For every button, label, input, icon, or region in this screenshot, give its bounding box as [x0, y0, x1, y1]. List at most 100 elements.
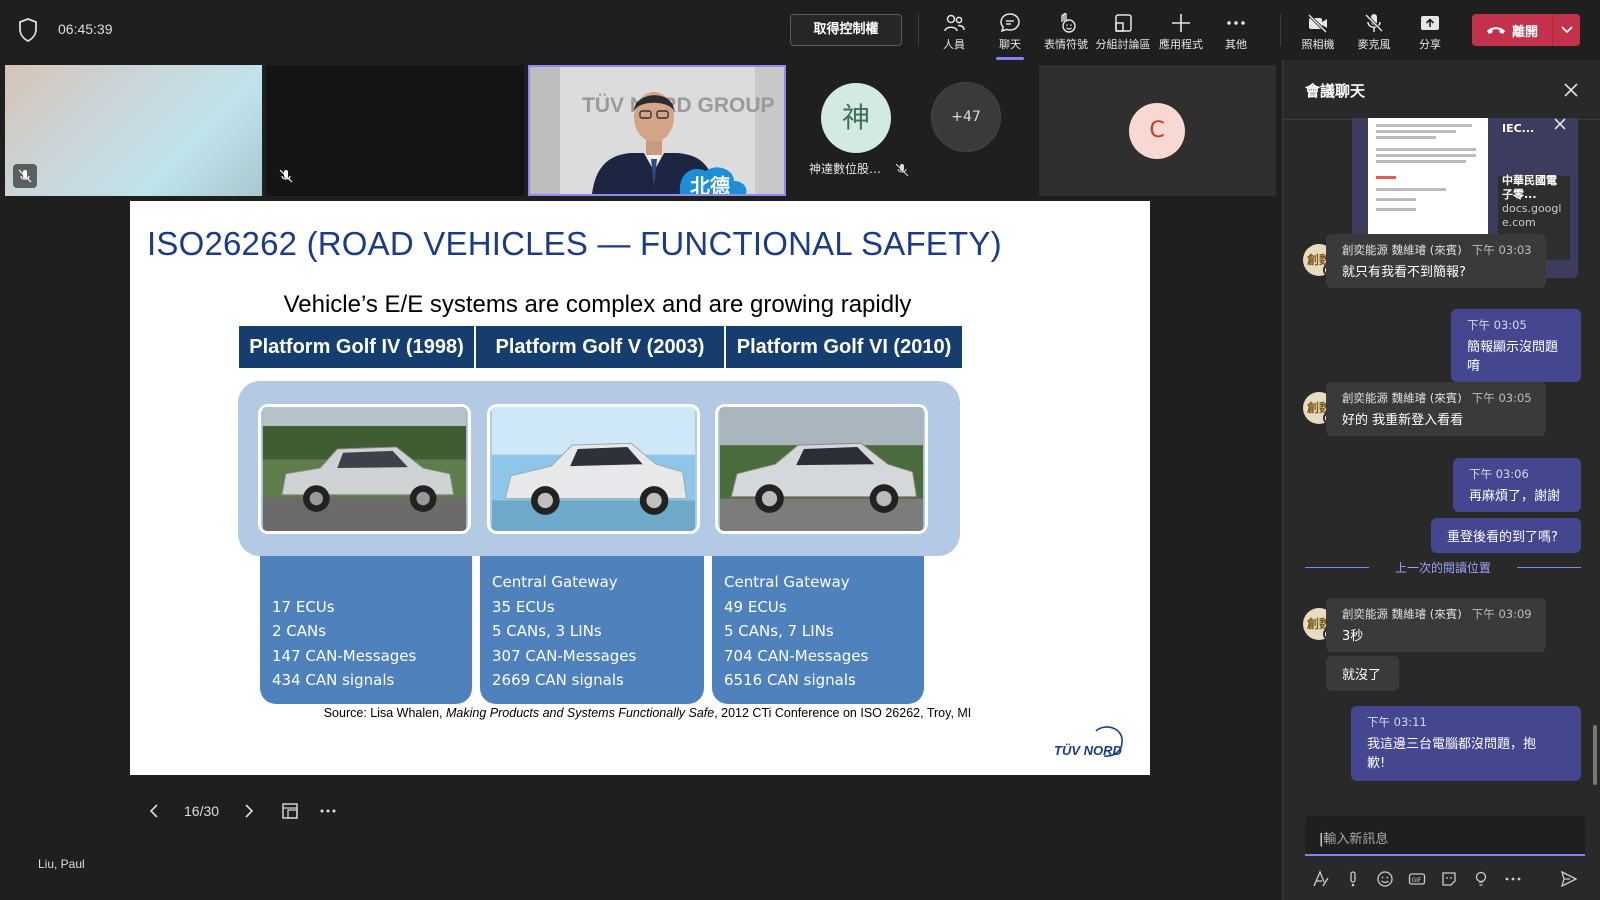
shared-slide: ISO26262 (ROAD VEHICLES — FUNCTIONAL SAF…	[130, 201, 1150, 775]
reactions-label: 表情符號	[1044, 38, 1088, 51]
camera-button[interactable]: 照相機	[1290, 8, 1346, 56]
message-text: 再麻煩了，謝謝	[1469, 489, 1561, 504]
more-participants-button[interactable]: +47	[931, 82, 1001, 152]
message-text: 好的 我重新登入看看	[1342, 413, 1464, 428]
microphone-label: 麥克風	[1357, 38, 1391, 51]
message-time: 下午 03:11	[1367, 715, 1427, 729]
sticker-button[interactable]	[1433, 866, 1465, 892]
more-button[interactable]: 其他	[1208, 8, 1264, 56]
spec-line: 434 CAN signals	[272, 671, 395, 689]
more-icon	[1505, 877, 1521, 881]
important-button[interactable]	[1337, 866, 1369, 892]
participant-avatar[interactable]: 神	[821, 83, 891, 153]
gif-button[interactable]: GIF	[1401, 866, 1433, 892]
message-text: 簡報顯示沒問題唷	[1467, 340, 1559, 374]
slide-source: Source: Lisa Whalen, Making Products and…	[130, 706, 1150, 720]
muted-badge	[274, 164, 298, 188]
spec-line: 6516 CAN signals	[724, 671, 856, 689]
toolbar-divider	[1280, 14, 1281, 46]
reactions-button[interactable]: 表情符號	[1038, 8, 1094, 56]
spec-line: 307 CAN-Messages	[492, 646, 637, 665]
chevron-left-icon	[149, 804, 158, 818]
platform-header-row: Platform Golf IV (1998) Platform Golf V …	[239, 326, 962, 368]
previous-slide-button[interactable]	[140, 796, 170, 826]
chat-scrollbar[interactable]	[1593, 725, 1597, 785]
message-text-line1: 我這邊三台電腦都沒問題，抱	[1367, 737, 1537, 752]
car-image	[491, 407, 696, 531]
presenter-name: Liu, Paul	[38, 857, 85, 871]
tuv-nord-logo: TÜV NORD	[1054, 726, 1123, 758]
chat-header: 會議聊天	[1283, 60, 1600, 120]
leave-options-dropdown[interactable]	[1552, 14, 1580, 46]
chat-title: 會議聊天	[1305, 82, 1366, 100]
chat-message: 創奕能源 魏維璿 (來賓) 下午 03:03 就只有我看不到簡報?	[1326, 234, 1546, 288]
teams-meeting-window: { "topbar": { "timer": "06:45:39", "take…	[0, 0, 1600, 900]
microphone-button[interactable]: 麥克風	[1346, 8, 1402, 56]
send-icon	[1560, 870, 1578, 888]
message-time: 下午 03:05	[1471, 391, 1532, 405]
spec-line: 5 CANs, 7 LINs	[724, 622, 834, 640]
shield-icon	[19, 18, 37, 42]
toolbar-divider	[918, 14, 919, 46]
emoji-button[interactable]	[1369, 866, 1401, 892]
meeting-timer: 06:45:39	[58, 21, 113, 37]
close-icon[interactable]	[1561, 80, 1581, 100]
participant-tile[interactable]: C	[1039, 65, 1276, 196]
leave-label: 離開	[1511, 24, 1538, 40]
golf-iv-photo	[258, 404, 471, 534]
participant-video-tile[interactable]	[266, 65, 524, 196]
people-icon	[944, 14, 965, 32]
source-prefix: Source: Lisa Whalen,	[323, 706, 447, 720]
golf-vi-photo	[715, 404, 928, 534]
slide-more-button[interactable]	[313, 796, 343, 826]
chat-button[interactable]: 聊天	[982, 8, 1038, 60]
people-button[interactable]: 人員	[926, 8, 982, 56]
slide-subtitle: Vehicle’s E/E systems are complex and ar…	[283, 291, 912, 318]
slides-grid-icon	[282, 803, 298, 819]
exclamation-icon	[1350, 871, 1356, 887]
mic-off-icon	[895, 163, 909, 176]
send-button[interactable]	[1553, 866, 1585, 892]
breakout-rooms-button[interactable]: 分組討論區	[1095, 8, 1151, 56]
mic-off-icon	[1364, 13, 1384, 33]
slide-title: ISO26262 (ROAD VEHICLES — FUNCTIONAL SAF…	[147, 225, 1002, 262]
share-button[interactable]: 分享	[1402, 8, 1458, 56]
spec-line: 704 CAN-Messages	[724, 646, 869, 665]
spec-line: Central Gateway	[724, 573, 850, 591]
more-options-button[interactable]	[1497, 866, 1529, 892]
compose-toolbar: GIF	[1305, 866, 1585, 892]
chat-icon	[1000, 13, 1020, 33]
add-apps-button[interactable]: 應用程式	[1153, 8, 1209, 56]
leave-main[interactable]: 離開	[1472, 14, 1552, 46]
slide-grid-button[interactable]	[275, 796, 305, 826]
slide-page-indicator: 16/30	[184, 803, 220, 819]
spec-line: 2 CANs	[272, 622, 327, 640]
leave-button[interactable]: 離開	[1472, 14, 1580, 46]
compose-placeholder: 輸入新訊息	[1323, 832, 1389, 847]
close-icon[interactable]	[1554, 118, 1566, 130]
praise-button[interactable]	[1465, 866, 1497, 892]
spec-line: 17 ECUs	[272, 597, 335, 616]
golf-v-specs: Central Gateway 35 ECUs 5 CANs, 3 LINs 3…	[480, 556, 704, 704]
svg-text:GIF: GIF	[1412, 877, 1422, 884]
speaker-video: TÜV NORD GROUP 北德	[530, 67, 784, 194]
format-button[interactable]	[1305, 866, 1337, 892]
breakout-rooms-label: 分組討論區	[1095, 38, 1151, 51]
participant-video-tile[interactable]	[5, 65, 262, 196]
next-slide-button[interactable]	[233, 796, 263, 826]
breakout-rooms-icon	[1115, 14, 1132, 32]
chat-message-own: 下午 03:11 我這邊三台電腦都沒問題，抱 歉!	[1351, 706, 1581, 781]
speaker-video-tile[interactable]: TÜV NORD GROUP 北德	[528, 65, 786, 196]
take-control-button[interactable]: 取得控制權	[790, 14, 902, 46]
chat-label: 聊天	[999, 38, 1021, 51]
hang-up-icon	[1486, 27, 1505, 34]
chat-message-own: 下午 03:06 再麻煩了，謝謝	[1453, 458, 1581, 512]
golf-vi-specs: Central Gateway 49 ECUs 5 CANs, 7 LINs 7…	[712, 556, 924, 704]
message-compose-box[interactable]: |輸入新訊息	[1305, 816, 1585, 856]
add-apps-icon	[1172, 14, 1190, 32]
lightbulb-icon	[1475, 871, 1487, 886]
spec-line: Central Gateway	[492, 573, 618, 591]
source-title: Making Products and Systems Functionally…	[446, 706, 715, 720]
last-read-marker: 上一次的閱讀位置	[1305, 558, 1581, 576]
message-text: 3秒	[1342, 629, 1364, 644]
